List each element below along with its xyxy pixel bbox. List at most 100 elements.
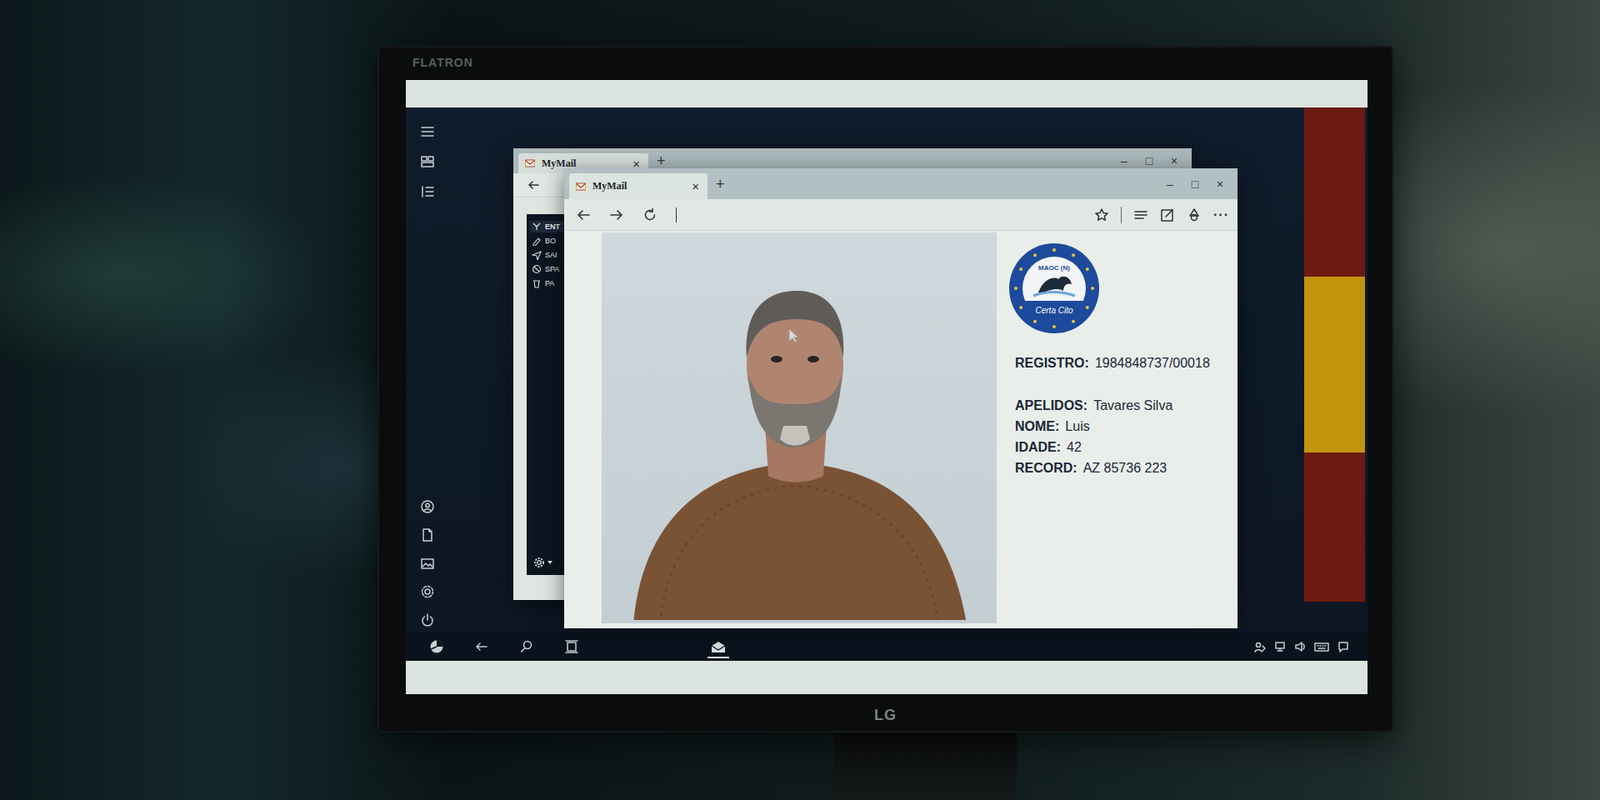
back-arrow-icon[interactable]: [575, 207, 591, 223]
close-button[interactable]: ×: [1161, 155, 1187, 167]
sidebar-top-group: [420, 124, 435, 200]
field-label: IDADE:: [1015, 436, 1061, 458]
monitor: FLATRONLGMyMail×+–□×ENTBOSAISPAPAMyMail×…: [377, 45, 1394, 733]
title-bar: MyMail×+–□×: [564, 168, 1238, 200]
list-icon[interactable]: [420, 184, 435, 200]
toolbar-divider: [1120, 206, 1122, 224]
network-icon[interactable]: [1274, 640, 1286, 653]
monitor-stand: [833, 732, 1017, 800]
desktop-sidebar: [405, 107, 450, 633]
dropdown-caret-icon: [546, 559, 554, 566]
maximize-button[interactable]: □: [1182, 178, 1208, 190]
field-value: Luis: [1065, 415, 1090, 437]
record-field: RECORD:AZ 85736 223: [1015, 457, 1210, 479]
monitor-logo: LG: [874, 706, 897, 725]
record-field: IDADE:42: [1015, 436, 1210, 458]
flag-red-top: [1304, 107, 1365, 277]
volume-icon[interactable]: [1294, 640, 1306, 653]
record-info: MAOC (N)Certa CitoREGISTRO:1984848737/00…: [1015, 232, 1210, 624]
reading-list-icon[interactable]: [1133, 207, 1149, 223]
top-strip: [405, 80, 1368, 108]
field-label: APELIDOS:: [1015, 395, 1088, 416]
monitor-brand: FLATRON: [412, 55, 474, 70]
reload-icon[interactable]: [642, 207, 658, 223]
task-view-icon[interactable]: [564, 639, 580, 655]
tab-label: MyMail: [592, 180, 685, 193]
browser-tab[interactable]: MyMail ×: [569, 173, 708, 200]
folder-label: ENT: [545, 221, 560, 232]
folder-label: BO: [545, 235, 556, 246]
new-tab-button[interactable]: +: [648, 153, 675, 169]
minimize-button[interactable]: –: [1111, 155, 1137, 167]
tab-close-button[interactable]: ×: [691, 180, 700, 193]
more-button[interactable]: ···: [1213, 207, 1230, 223]
record-field: NOME:Luis: [1015, 415, 1210, 437]
front-browser-window: MyMail×+–□×···MAOC (N)Certa CitoREGISTRO…: [564, 168, 1238, 625]
flag-red-bottom: [1304, 452, 1365, 602]
record-field: APELIDOS:Tavares Silva: [1015, 395, 1210, 416]
document-icon[interactable]: [420, 527, 435, 543]
keyboard-icon[interactable]: [1314, 640, 1330, 653]
folder-label: PA: [545, 278, 555, 289]
maximize-button[interactable]: □: [1136, 155, 1162, 167]
field-value: 42: [1066, 436, 1082, 458]
people-icon[interactable]: [1254, 640, 1266, 653]
badge-top-text: MAOC (N): [1008, 264, 1100, 272]
window-controls: –□×: [1157, 178, 1238, 190]
mail-logo-icon: [575, 182, 586, 191]
sidebar-bottom-group: [420, 499, 435, 628]
badge-emblem-icon: [1008, 242, 1100, 335]
text-caret: [675, 207, 677, 223]
field-label: RECORD:: [1015, 457, 1078, 479]
start-icon[interactable]: [429, 639, 445, 655]
note-icon[interactable]: [1160, 207, 1175, 223]
folder-icon: [531, 278, 542, 289]
badge-motto: Certa Cito: [1008, 305, 1100, 315]
window-controls: –□×: [1111, 155, 1192, 167]
folder-icon: [531, 250, 542, 260]
gear-icon: [533, 556, 545, 569]
folder-label: SAI: [545, 250, 558, 260]
minimize-button[interactable]: –: [1157, 178, 1183, 190]
field-label: REGISTRO:: [1015, 352, 1090, 374]
forward-arrow-icon[interactable]: [609, 207, 625, 223]
new-tab-button[interactable]: +: [707, 176, 734, 192]
toolbar-actions: ···: [1094, 206, 1230, 224]
field-value: 1984848737/00018: [1095, 352, 1210, 374]
toolbar: ···: [564, 199, 1238, 231]
tiles-icon[interactable]: [420, 154, 435, 170]
share-icon[interactable]: [1186, 207, 1202, 223]
system-tray: [1254, 640, 1368, 653]
close-button[interactable]: ×: [1207, 178, 1233, 190]
address-field[interactable]: [675, 205, 1076, 225]
mail-active-underline: [707, 656, 730, 659]
folder-icon: [531, 264, 542, 275]
record-field: REGISTRO:1984848737/00018: [1015, 352, 1210, 374]
folder-icon: [531, 221, 542, 232]
taskbar-mail[interactable]: [707, 635, 730, 659]
back-icon[interactable]: [474, 639, 490, 655]
field-label: NOME:: [1015, 415, 1060, 437]
user-icon[interactable]: [420, 499, 435, 515]
folder-label: SPA: [545, 264, 560, 275]
star-icon[interactable]: [1094, 207, 1110, 223]
agency-badge: MAOC (N) Certa Cito: [1008, 242, 1100, 335]
portrait-photo: [601, 232, 997, 624]
scene: FLATRONLGMyMail×+–□×ENTBOSAISPAPAMyMail×…: [0, 0, 1600, 800]
bottom-strip: [405, 660, 1368, 695]
notification-icon[interactable]: [1337, 640, 1350, 653]
record-content: MAOC (N) Certa Cito REGISTRO:1984848737/00…: [564, 230, 1238, 629]
search-icon[interactable]: [519, 639, 535, 655]
image-icon[interactable]: [420, 555, 435, 571]
flag-yellow: [1304, 276, 1365, 453]
folder-icon: [531, 235, 542, 246]
taskbar: [405, 632, 1368, 661]
taskbar-left: [405, 639, 656, 655]
menu-icon[interactable]: [420, 124, 435, 140]
mail-logo-icon: [525, 159, 535, 168]
power-icon[interactable]: [420, 612, 435, 628]
mouse-pointer-icon: [788, 328, 800, 344]
gear-icon[interactable]: [420, 584, 435, 600]
field-value: Tavares Silva: [1093, 395, 1173, 416]
back-arrow-icon[interactable]: [526, 178, 540, 192]
